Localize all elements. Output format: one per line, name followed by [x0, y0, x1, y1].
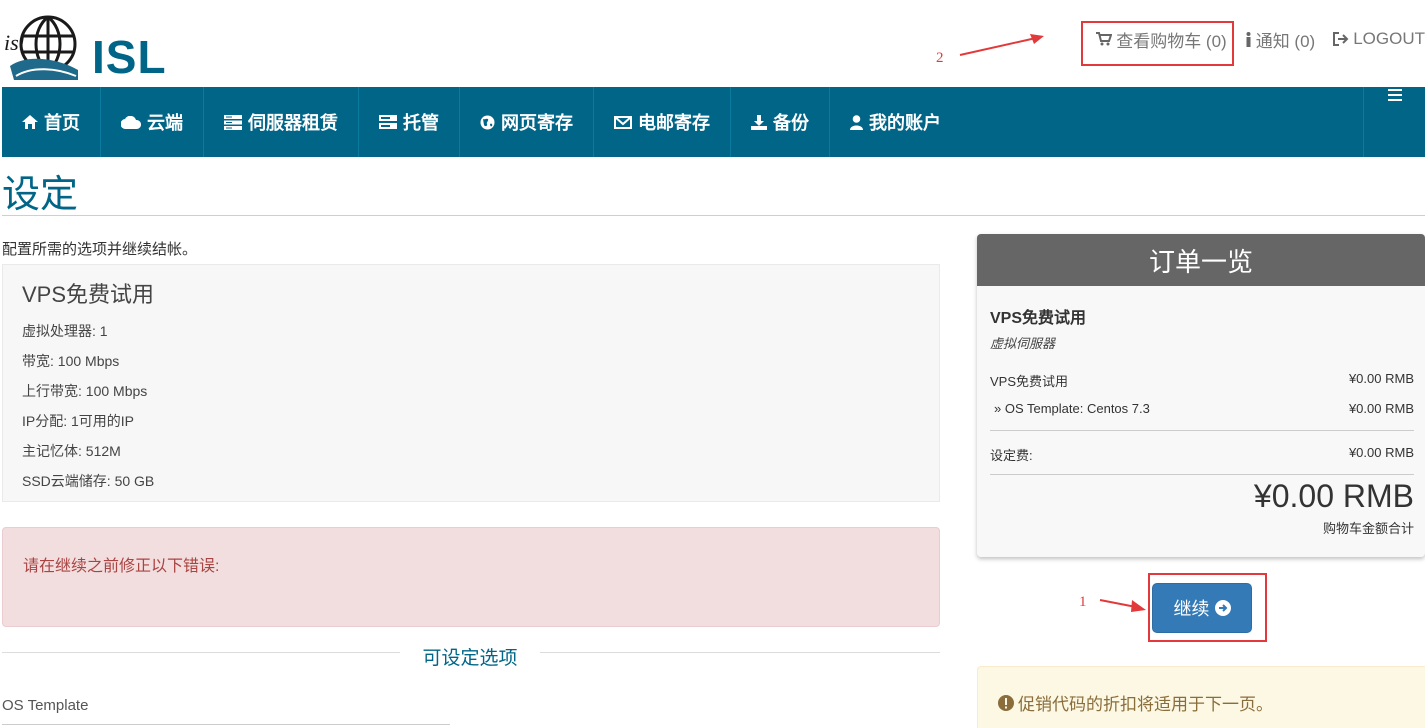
annotation-arrow-continue: [1099, 599, 1146, 612]
line-item-value: ¥0.00 RMB: [1348, 401, 1414, 416]
promo-notice: 促销代码的折扣将适用于下一页。: [977, 666, 1425, 728]
exclamation-circle-icon: [998, 694, 1014, 711]
setup-fee-value: ¥0.00 RMB: [1348, 445, 1414, 460]
error-alert: 请在继续之前修正以下错误:: [2, 527, 940, 627]
product-spec: IP分配: 1可用的IP: [22, 413, 135, 429]
nav-item-backup[interactable]: 备份: [731, 87, 830, 157]
summary-product-name: VPS免费试用: [990, 310, 1087, 327]
info-icon: [1245, 31, 1252, 47]
nav-item-email-hosting[interactable]: 电邮寄存: [594, 87, 731, 157]
product-spec: 带宽: 100 Mbps: [22, 353, 120, 369]
summary-total: ¥0.00 RMB: [1253, 478, 1414, 514]
sign-out-icon: [1333, 32, 1349, 46]
summary-setup-fee: 设定费: ¥0.00 RMB: [990, 445, 1414, 464]
nav-item-label: 伺服器租赁: [248, 113, 338, 133]
line-item-label: VPS免费试用: [990, 374, 1069, 389]
product-spec: 虚拟处理器: 1: [22, 323, 108, 339]
product-spec: 上行带宽: 100 Mbps: [22, 383, 148, 399]
os-template-select[interactable]: [2, 724, 450, 728]
envelope-icon: [614, 115, 632, 129]
error-message: 请在继续之前修正以下错误:: [23, 558, 220, 575]
logout-link[interactable]: LOGOUT: [1333, 29, 1425, 49]
annotation-number-1: 1: [1079, 594, 1087, 610]
continue-button[interactable]: 继续: [1152, 583, 1252, 633]
continue-button-label: 继续: [1173, 599, 1210, 619]
nav-item-label: 备份: [773, 113, 809, 133]
main-nav: 首页 云端 伺服器租赁 托管 网页寄存 电邮寄存 备份 我的账户: [2, 87, 1425, 157]
nav-item-label: 我的账户: [869, 113, 941, 133]
nav-item-label: 云端: [147, 113, 183, 133]
promo-message: 促销代码的折扣将适用于下一页。: [998, 690, 1273, 715]
section-divider-right: [540, 652, 940, 653]
hamburger-icon: [1387, 89, 1402, 157]
logout-label: LOGOUT: [1353, 29, 1425, 48]
promo-message-text: 促销代码的折扣将适用于下一页。: [1018, 695, 1273, 714]
nav-item-label: 网页寄存: [501, 113, 573, 133]
annotation-arrow-cart: [959, 34, 1044, 56]
line-item-label: » OS Template: Centos 7.3: [994, 401, 1150, 416]
download-icon: [751, 114, 767, 130]
summary-divider: [990, 430, 1414, 431]
notifications-link[interactable]: 通知 (0): [1245, 27, 1316, 52]
server-icon: [224, 114, 242, 130]
annotation-box-cart: [1081, 21, 1234, 66]
product-info-panel: VPS免费试用 虚拟处理器: 1 带宽: 100 Mbps 上行带宽: 100 …: [2, 264, 940, 502]
nav-item-label: 首页: [44, 113, 80, 133]
brand-name: ISL: [92, 31, 167, 83]
nav-item-my-account[interactable]: 我的账户: [830, 87, 961, 157]
nav-item-label: 托管: [403, 113, 439, 133]
notifications-label: 通知 (0): [1255, 31, 1316, 51]
nav-item-hosting[interactable]: 托管: [359, 87, 460, 157]
line-item-value: ¥0.00 RMB: [1348, 371, 1414, 386]
summary-total-label: 购物车金额合计: [1322, 521, 1414, 536]
svg-text:isl: isl: [4, 30, 25, 55]
nav-menu-toggle[interactable]: [1363, 87, 1425, 157]
order-summary: 订单一览 VPS免费试用 虚拟伺服器 VPS免费试用 ¥0.00 RMB » O…: [977, 234, 1425, 557]
summary-line-item: » OS Template: Centos 7.3 ¥0.00 RMB: [990, 401, 1414, 416]
product-name: VPS免费试用: [22, 282, 155, 307]
globe-icon: [480, 115, 495, 130]
user-icon: [850, 114, 863, 130]
summary-product-group: 虚拟伺服器: [990, 336, 1056, 351]
os-template-label: OS Template: [2, 697, 89, 714]
logo[interactable]: isl ISL: [2, 14, 166, 83]
annotation-number-2: 2: [936, 50, 944, 66]
summary-divider: [990, 474, 1414, 475]
cloud-icon: [121, 115, 141, 129]
section-divider-left: [2, 652, 400, 653]
arrow-circle-right-icon: [1214, 600, 1231, 616]
nav-item-home[interactable]: 首页: [2, 87, 101, 157]
product-spec: SSD云端储存: 50 GB: [22, 473, 155, 489]
order-summary-title: 订单一览: [977, 234, 1425, 286]
summary-line-item: VPS免费试用 ¥0.00 RMB: [990, 371, 1414, 390]
nav-item-server-rental[interactable]: 伺服器租赁: [204, 87, 359, 157]
page-title: 设定: [2, 174, 79, 216]
product-spec: 主记忆体: 512M: [22, 443, 121, 459]
intro-text: 配置所需的选项并继续结帐。: [2, 241, 198, 258]
nav-item-web-hosting[interactable]: 网页寄存: [460, 87, 594, 157]
nav-item-cloud[interactable]: 云端: [101, 87, 204, 157]
home-icon: [22, 115, 38, 129]
hosting-icon: [379, 115, 397, 129]
setup-fee-label: 设定费:: [990, 448, 1033, 463]
nav-item-label: 电邮寄存: [638, 113, 710, 133]
configurable-options-title: 可设定选项: [422, 648, 518, 669]
logo-globe-icon: isl: [4, 15, 78, 80]
title-divider: [2, 215, 1425, 216]
